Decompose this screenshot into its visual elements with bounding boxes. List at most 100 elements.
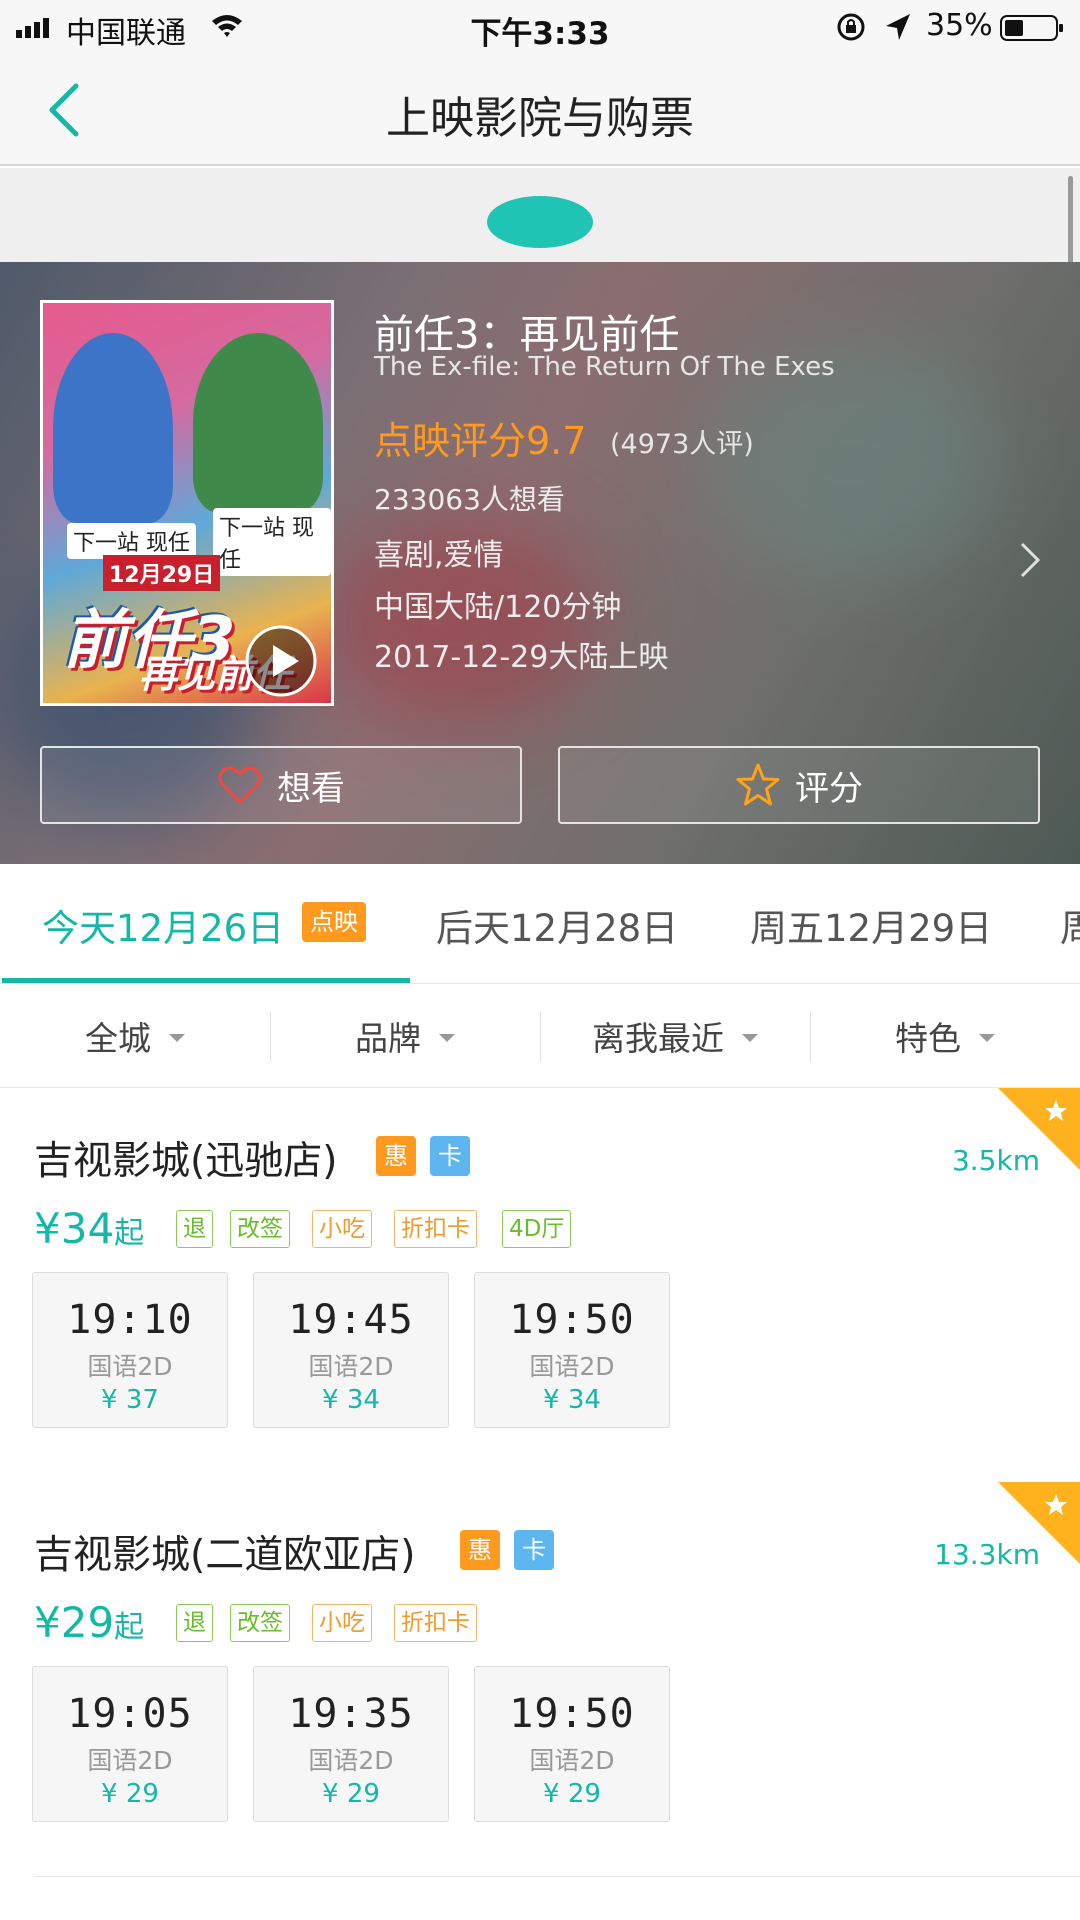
movie-genre: 喜剧,爱情 (374, 538, 504, 573)
status-time: 下午3:33 (470, 16, 610, 52)
location-arrow-icon (886, 14, 910, 40)
tag-reschedule: 改签 (230, 1604, 290, 1642)
filter-nearest[interactable]: 离我最近 (540, 984, 810, 1088)
movie-release-date: 2017-12-29大陆上映 (374, 640, 669, 675)
showtime-price: ¥ 34 (322, 1385, 380, 1415)
showtime-time: 19:50 (509, 1297, 635, 1343)
card-badge: 卡 (430, 1136, 470, 1176)
movie-header: 下一站 现任 下一站 现任 12月29日 前任3 再见前任 前任3：再见前任 T… (0, 262, 1080, 864)
tab-next[interactable]: 周 (1060, 898, 1080, 952)
showtime-language: 国语2D (308, 1746, 394, 1775)
filter-city[interactable]: 全城 (0, 984, 270, 1088)
tag-discount-card: 折扣卡 (394, 1210, 477, 1248)
movie-rating: 点映评分9.7 (374, 419, 587, 463)
showtime-slot[interactable]: 19:10 国语2D ¥ 37 (32, 1272, 228, 1428)
battery-percent: 35% (926, 8, 993, 43)
rate-button[interactable]: 评分 (558, 746, 1040, 824)
caret-down-icon (169, 1034, 185, 1042)
card-divider (34, 1876, 1080, 1877)
movie-english-title: The Ex-file: The Return Of The Exes (374, 352, 835, 382)
cinema-name: 吉视影城(迅驰店) (34, 1139, 338, 1184)
active-tab-indicator (2, 978, 410, 983)
filter-label: 品牌 (355, 1019, 421, 1058)
discount-badge: 惠 (460, 1530, 500, 1570)
price-value: ¥29 (34, 1598, 115, 1647)
showtime-slot[interactable]: 19:50 国语2D ¥ 29 (474, 1666, 670, 1822)
cinema-distance: 13.3km (934, 1538, 1040, 1571)
heart-icon (218, 766, 262, 804)
tag-snacks: 小吃 (312, 1210, 372, 1248)
cinema-card[interactable]: 吉视影城(迅驰店) 惠 卡 3.5km ¥34起 退 改签 小吃 折扣卡 4D厅… (0, 1088, 1080, 1482)
date-tabs: 今天12月26日 点映 后天12月28日 周五12月29日 周 (0, 864, 1080, 984)
tab-friday[interactable]: 周五12月29日 (750, 898, 992, 952)
showtime-time: 19:10 (67, 1297, 193, 1343)
cinema-card[interactable]: 吉视影城(二道欧亚店) 惠 卡 13.3km ¥29起 退 改签 小吃 折扣卡 … (0, 1482, 1080, 1876)
showtime-language: 国语2D (308, 1352, 394, 1381)
movie-poster[interactable]: 下一站 现任 下一站 现任 12月29日 前任3 再见前任 (40, 300, 334, 706)
tab-day-after-tomorrow[interactable]: 后天12月28日 (436, 898, 678, 952)
cinema-name: 吉视影城(二道欧亚店) (34, 1533, 416, 1578)
rating-count: (4973人评) (610, 429, 754, 460)
tag-refund: 退 (176, 1604, 213, 1642)
showtime-time: 19:05 (67, 1691, 193, 1737)
refresh-indicator (487, 196, 593, 248)
showtime-language: 国语2D (529, 1746, 615, 1775)
caret-down-icon (979, 1034, 995, 1042)
tag-reschedule: 改签 (230, 1210, 290, 1248)
cinema-price: ¥34起 (34, 1204, 144, 1253)
poster-sign-right: 下一站 现任 (213, 508, 331, 576)
pull-refresh-area (0, 168, 1080, 262)
poster-date-banner: 12月29日 (103, 555, 221, 591)
filter-label: 离我最近 (592, 1019, 724, 1058)
showtime-price: ¥ 29 (101, 1779, 159, 1809)
rotation-lock-icon (837, 13, 865, 41)
tag-refund: 退 (176, 1210, 213, 1248)
showtime-language: 国语2D (87, 1352, 173, 1381)
showtime-time: 19:35 (288, 1691, 414, 1737)
play-icon[interactable] (243, 623, 319, 699)
page-title: 上映影院与购票 (386, 93, 694, 144)
want-count: 233063人想看 (374, 483, 565, 516)
showtime-slot[interactable]: 19:35 国语2D ¥ 29 (253, 1666, 449, 1822)
price-suffix: 起 (114, 1216, 145, 1251)
caret-down-icon (439, 1034, 455, 1042)
tag-4d-hall: 4D厅 (502, 1210, 572, 1248)
want-to-see-label: 想看 (277, 768, 345, 809)
cinema-price: ¥29起 (34, 1598, 144, 1647)
caret-down-icon (742, 1034, 758, 1042)
showtime-price: ¥ 29 (322, 1779, 380, 1809)
want-to-see-button[interactable]: 想看 (40, 746, 522, 824)
tag-snacks: 小吃 (312, 1604, 372, 1642)
discount-badge: 惠 (376, 1136, 416, 1176)
showtime-language: 国语2D (529, 1352, 615, 1381)
tag-discount-card: 折扣卡 (394, 1604, 477, 1642)
filter-brand[interactable]: 品牌 (270, 984, 540, 1088)
filter-feature[interactable]: 特色 (810, 984, 1080, 1088)
filter-bar: 全城 品牌 离我最近 特色 (0, 984, 1080, 1088)
showtime-slot[interactable]: 19:05 国语2D ¥ 29 (32, 1666, 228, 1822)
showtime-price: ¥ 37 (101, 1385, 159, 1415)
preview-badge: 点映 (302, 902, 366, 942)
poster-figure-right (193, 333, 323, 513)
battery-icon (1000, 15, 1063, 41)
poster-figure-left (53, 333, 173, 523)
showtime-time: 19:45 (288, 1297, 414, 1343)
tab-today[interactable]: 今天12月26日 (42, 898, 284, 952)
movie-region-duration: 中国大陆/120分钟 (374, 590, 622, 625)
filter-label: 全城 (85, 1019, 151, 1058)
status-bar: 中国联通 下午3:33 35% (0, 0, 1080, 54)
showtime-language: 国语2D (87, 1746, 173, 1775)
showtime-slot[interactable]: 19:50 国语2D ¥ 34 (474, 1272, 670, 1428)
price-value: ¥34 (34, 1204, 115, 1253)
filter-label: 特色 (895, 1019, 961, 1058)
rate-label: 评分 (795, 768, 863, 809)
showtime-time: 19:50 (509, 1691, 635, 1737)
price-suffix: 起 (114, 1610, 145, 1645)
cinema-distance: 3.5km (951, 1144, 1040, 1177)
card-badge: 卡 (514, 1530, 554, 1570)
showtime-price: ¥ 29 (543, 1779, 601, 1809)
showtime-slot[interactable]: 19:45 国语2D ¥ 34 (253, 1272, 449, 1428)
chevron-right-icon[interactable] (1016, 540, 1042, 580)
showtime-price: ¥ 34 (543, 1385, 601, 1415)
poster-sign-left: 下一站 现任 (67, 523, 196, 559)
